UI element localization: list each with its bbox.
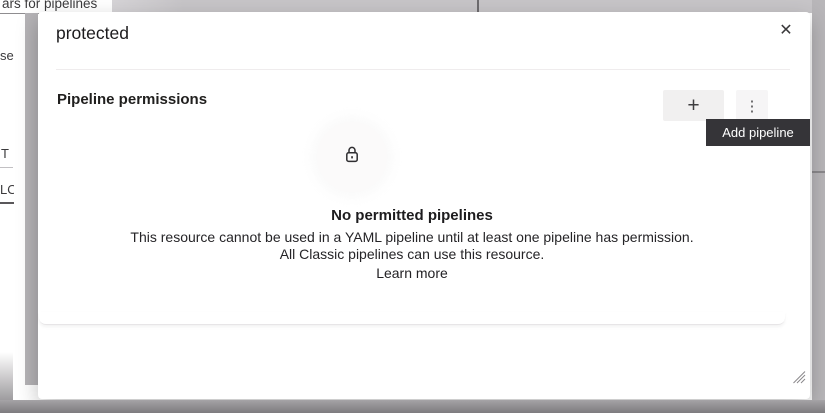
empty-state-title: No permitted pipelines [38,207,786,224]
window-bottom-bar [0,400,825,413]
background-text-fragment: LO [0,182,14,197]
empty-state-description-line1: This resource cannot be used in a YAML p… [38,229,786,246]
resize-handle-icon[interactable] [792,370,806,384]
empty-state: No permitted pipelines This resource can… [38,207,786,283]
header-divider [56,69,790,70]
learn-more-link[interactable]: Learn more [376,265,448,281]
background-right-divider [812,171,825,173]
content-card-bottom-edge [39,312,785,325]
empty-state-icon-circle [317,122,387,192]
kebab-menu-icon: ⋮ [745,97,760,115]
background-partial-heading: ars for pipelines [2,0,97,11]
background-left-band [25,13,38,385]
section-heading: Pipeline permissions [57,91,207,108]
plus-icon: + [687,94,699,118]
close-icon[interactable]: ✕ [774,18,798,42]
empty-state-description-line2: All Classic pipelines can use this resou… [38,246,786,263]
add-pipeline-tooltip: Add pipeline [706,119,810,146]
screen: ars for pipelines se T LO protected ✕ Pi… [0,0,825,413]
background-divider [0,167,13,168]
background-text-fragment: T [1,146,10,161]
background-right-strip [812,0,825,402]
pipeline-permissions-dialog: protected ✕ Pipeline permissions + ⋮ Add… [38,12,810,399]
lock-icon [342,144,362,170]
more-options-button[interactable]: ⋮ [736,90,768,121]
add-pipeline-button[interactable]: + [663,90,724,121]
background-bottom-left-shade [0,352,13,402]
dialog-title: protected [56,21,129,45]
background-text-fragment: se [0,48,14,63]
background-underline [0,202,14,204]
